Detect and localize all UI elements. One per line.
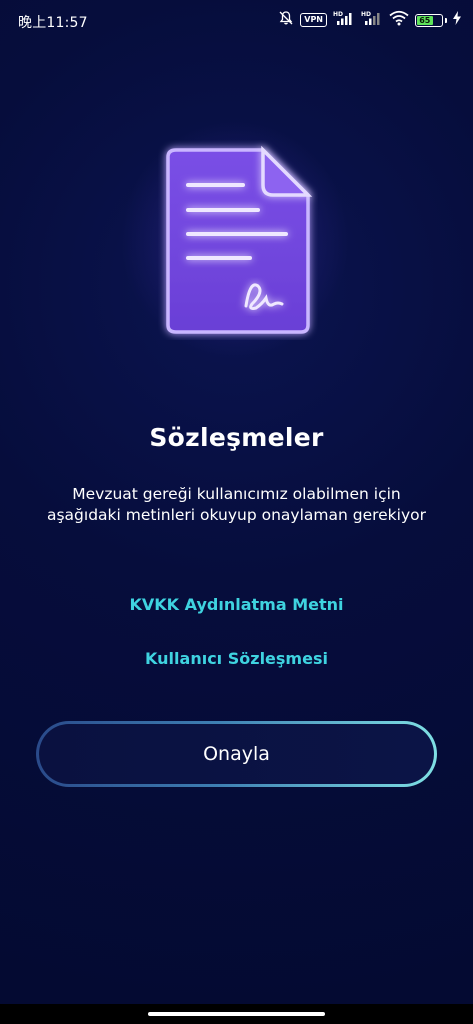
charging-bolt-icon <box>453 11 461 29</box>
status-bar: 晚上11:57 VPN HD HD 65 <box>0 0 473 42</box>
wifi-icon <box>389 10 409 30</box>
agreements-screen: 晚上11:57 VPN HD HD 65 Sözleşmeler Mevzuat… <box>0 0 473 1024</box>
status-icons: VPN HD HD 65 <box>278 10 461 30</box>
battery-icon: 65 <box>415 13 443 27</box>
agreements-description: Mevzuat gereği kullanıcımız olabilmen iç… <box>46 485 426 524</box>
vpn-badge: VPN <box>300 13 327 27</box>
battery-tip <box>445 17 447 23</box>
svg-text:HD: HD <box>361 11 371 18</box>
signal-hd-icon: HD <box>361 10 383 30</box>
navigation-bar <box>0 1004 473 1024</box>
user-agreement-link[interactable]: Kullanıcı Sözleşmesi <box>0 649 473 668</box>
status-time: 晚上11:57 <box>18 15 88 31</box>
mute-bell-icon <box>278 10 294 30</box>
approve-button[interactable]: Onayla <box>37 722 436 786</box>
signal-hd-icon: HD <box>333 10 355 30</box>
signed-document-icon <box>158 140 318 340</box>
svg-text:HD: HD <box>333 11 343 18</box>
battery-level: 65 <box>417 15 433 25</box>
page-title: Sözleşmeler <box>149 423 324 452</box>
home-indicator[interactable] <box>148 1012 325 1016</box>
kvkk-disclosure-link[interactable]: KVKK Aydınlatma Metni <box>0 595 473 614</box>
